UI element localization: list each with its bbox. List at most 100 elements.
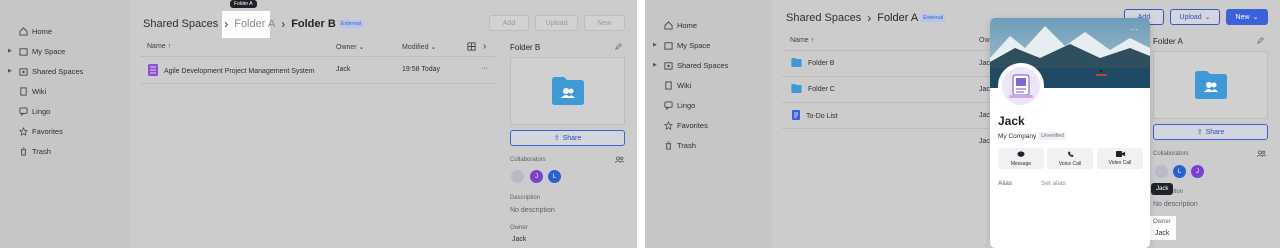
column-header-name[interactable]: Name ↑: [147, 43, 171, 50]
sidebar-item-my-space[interactable]: ▶ My Space: [653, 37, 710, 53]
avatar: [998, 63, 1044, 109]
message-button[interactable]: Message: [998, 148, 1044, 169]
sidebar-item-favorites[interactable]: Favorites: [653, 117, 708, 133]
column-header-modified[interactable]: Modified ⌄: [402, 43, 437, 52]
divider: [140, 83, 495, 84]
tooltip: Jack: [1151, 183, 1174, 195]
avatar[interactable]: [1155, 165, 1168, 178]
column-header-name[interactable]: Name ↑: [790, 37, 814, 44]
action-label: Message: [1010, 160, 1032, 167]
sidebar-item-label: Wiki: [32, 86, 47, 96]
upload-label: Upload: [1179, 13, 1202, 21]
profile-name: Jack: [998, 114, 1025, 128]
manage-collaborators-icon[interactable]: [615, 156, 624, 163]
folder-icon: [663, 40, 673, 50]
share-icon: [18, 66, 28, 76]
star-icon: [18, 126, 28, 136]
book-icon: [18, 86, 28, 96]
manage-collaborators-icon[interactable]: [1257, 150, 1266, 157]
detail-title: Folder A: [1153, 37, 1183, 46]
sidebar-item-label: Trash: [32, 146, 51, 156]
description-value: No description: [1153, 201, 1198, 208]
breadcrumb-root[interactable]: Shared Spaces: [786, 12, 861, 24]
sidebar-item-wiki[interactable]: Wiki: [8, 83, 46, 99]
chevron-right-icon: ›: [281, 17, 286, 31]
share-button[interactable]: ⇪ Share: [510, 130, 625, 146]
sidebar-item-home[interactable]: Home: [653, 17, 697, 33]
share-button[interactable]: ⇪ Share: [1153, 124, 1268, 140]
breadcrumb-root[interactable]: Shared Spaces: [143, 18, 218, 30]
sidebar-item-label: Favorites: [677, 120, 708, 130]
external-badge: External: [338, 20, 363, 28]
more-icon[interactable]: ···: [481, 65, 488, 72]
upload-button[interactable]: Upload: [535, 15, 578, 31]
message-icon: [1017, 150, 1025, 160]
voice-call-button[interactable]: Voice Call: [1047, 148, 1093, 169]
divider: [782, 102, 1002, 103]
chevron-down-icon: ⌄: [358, 44, 365, 51]
sidebar-item-wiki[interactable]: Wiki: [653, 77, 691, 93]
avatar[interactable]: J: [1191, 165, 1204, 178]
more-icon[interactable]: ···: [1130, 25, 1138, 34]
new-button[interactable]: New ⌄: [1226, 9, 1268, 25]
phone-icon: [1067, 151, 1074, 160]
sidebar-item-my-space[interactable]: ▶ My Space: [8, 43, 65, 59]
doc-icon: [792, 110, 800, 122]
sidebar-item-favorites[interactable]: Favorites: [8, 123, 63, 139]
add-button[interactable]: Add: [489, 15, 529, 31]
trash-icon: [663, 140, 673, 150]
avatar[interactable]: L: [1173, 165, 1186, 178]
file-name: Agile Development Project Management Sys…: [164, 67, 315, 75]
owner-value: Jack: [512, 236, 527, 243]
sidebar-item-shared-spaces[interactable]: ▶ Shared Spaces: [653, 57, 728, 73]
sidebar-item-label: Favorites: [32, 126, 63, 136]
chevron-right-icon: ›: [867, 11, 872, 25]
chevron-right-icon[interactable]: ▶: [653, 62, 659, 68]
sidebar-item-trash[interactable]: Trash: [653, 137, 696, 153]
sidebar-item-home[interactable]: Home: [8, 23, 52, 39]
page-title: Folder B: [291, 18, 336, 30]
avatar[interactable]: [511, 170, 524, 183]
avatar[interactable]: L: [548, 170, 561, 183]
collapse-panel-icon[interactable]: ›: [483, 41, 486, 52]
edit-icon[interactable]: [615, 43, 622, 50]
upload-button[interactable]: Upload ⌄: [1170, 9, 1220, 25]
page-title: Folder A: [877, 12, 919, 24]
sidebar-item-shared-spaces[interactable]: ▶ Shared Spaces: [8, 63, 83, 79]
grid-view-icon[interactable]: [467, 42, 476, 51]
avatar[interactable]: J: [530, 170, 543, 183]
file-name: Folder C: [808, 86, 835, 93]
breadcrumb-folder-a[interactable]: Folder A: [234, 18, 275, 30]
chevron-right-icon[interactable]: ▶: [8, 48, 14, 54]
column-label: Owner: [336, 43, 357, 51]
sidebar-item-lingo[interactable]: Lingo: [8, 103, 50, 119]
unverified-badge: Unverified: [1039, 132, 1066, 140]
breadcrumb: Shared Spaces › Folder A External: [786, 11, 946, 25]
chat-icon: [663, 100, 673, 110]
set-alias-link[interactable]: Set alias: [1041, 180, 1066, 187]
video-icon: [1115, 151, 1125, 159]
chevron-right-icon[interactable]: ▶: [8, 68, 14, 74]
sidebar-item-lingo[interactable]: Lingo: [653, 97, 695, 113]
chat-icon: [18, 106, 28, 116]
chevron-down-icon: ⌄: [430, 44, 437, 51]
chevron-right-icon[interactable]: ▶: [653, 42, 659, 48]
detail-title: Folder B: [510, 43, 541, 52]
shared-folder-icon: [791, 84, 802, 95]
new-button[interactable]: New: [584, 15, 625, 31]
table-row[interactable]: Folder C: [791, 84, 835, 95]
folder-preview: [1153, 51, 1268, 119]
divider: [782, 50, 1002, 51]
sidebar-item-trash[interactable]: Trash: [8, 143, 51, 159]
table-row[interactable]: To-Do List: [792, 110, 838, 122]
video-call-button[interactable]: Video Call: [1097, 148, 1143, 169]
file-name: To-Do List: [806, 112, 838, 120]
company-row: My Company Unverified: [998, 132, 1066, 140]
edit-icon[interactable]: [1257, 37, 1264, 44]
table-row[interactable]: Folder B: [791, 58, 834, 69]
right-screenshot: Home ▶ My Space ▶ Shared Spaces Wiki Lin…: [645, 0, 1280, 248]
column-header-owner[interactable]: Owner ⌄: [336, 43, 365, 52]
new-label: New: [1235, 13, 1250, 21]
sidebar-item-label: Trash: [677, 140, 696, 150]
table-row[interactable]: Agile Development Project Management Sys…: [148, 64, 315, 78]
